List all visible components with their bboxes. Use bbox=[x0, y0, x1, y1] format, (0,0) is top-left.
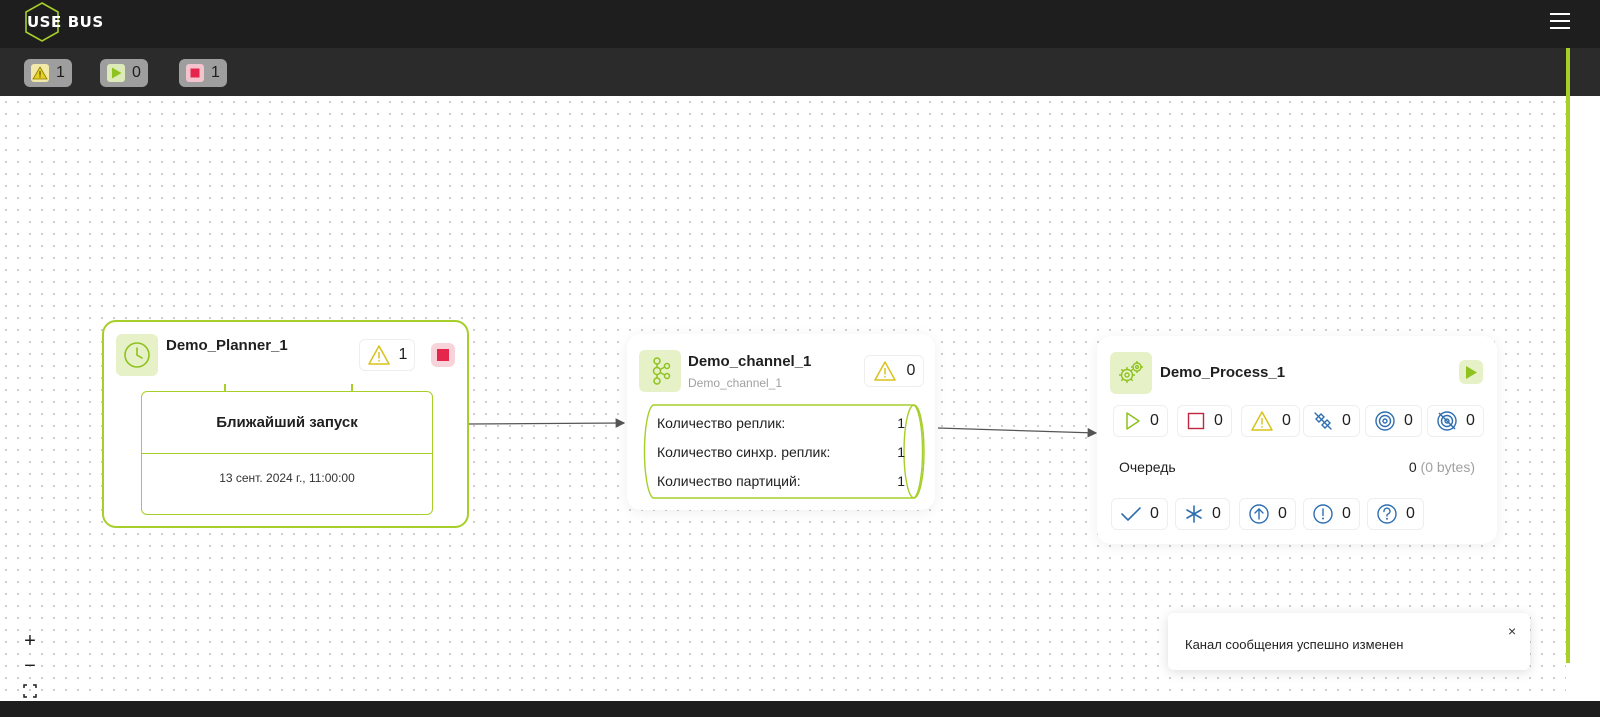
fit-view-icon[interactable] bbox=[20, 683, 40, 699]
replicas-label: Количество реплик: bbox=[657, 414, 786, 431]
channel-properties: Количество реплик: 1 Количество синхр. р… bbox=[657, 408, 905, 495]
queue-count: 0 bbox=[1408, 459, 1417, 475]
sync-replicas-row: Количество синхр. реплик: 1 bbox=[657, 437, 905, 466]
process-running-counter[interactable]: 0 bbox=[1113, 405, 1168, 437]
clock-icon bbox=[116, 334, 158, 376]
process-success-count: 0 bbox=[1150, 505, 1159, 522]
sync-replicas-value: 1 bbox=[897, 443, 905, 460]
planner-title: Demo_Planner_1 bbox=[166, 337, 288, 354]
process-stopped-counter[interactable]: 0 bbox=[1177, 405, 1232, 437]
process-new-counter[interactable]: 0 bbox=[1175, 498, 1230, 530]
process-unknown-counter[interactable]: 0 bbox=[1367, 498, 1424, 530]
process-disconnected-count: 0 bbox=[1342, 412, 1351, 429]
process-warning-counter[interactable]: 0 bbox=[1241, 405, 1300, 437]
process-target-counter[interactable]: 0 bbox=[1365, 405, 1422, 437]
close-icon[interactable]: × bbox=[1508, 624, 1520, 638]
planner-node[interactable]: Demo_Planner_1 1 Ближайший запуск 13 сен… bbox=[102, 320, 469, 528]
process-disconnected-counter[interactable]: 0 bbox=[1303, 405, 1360, 437]
process-target-off-counter[interactable]: 0 bbox=[1427, 405, 1484, 437]
warning-icon bbox=[873, 361, 896, 381]
kafka-icon bbox=[639, 350, 681, 392]
warning-icon bbox=[367, 345, 390, 365]
stop-outline-icon bbox=[1187, 412, 1205, 430]
channel-node[interactable]: Demo_channel_1 Demo_channel_1 0 Количест… bbox=[627, 334, 935, 510]
arrow-up-circle-icon bbox=[1249, 504, 1269, 524]
replicas-row: Количество реплик: 1 bbox=[657, 408, 905, 437]
edge-planner-to-channel bbox=[468, 418, 626, 428]
process-success-counter[interactable]: 0 bbox=[1111, 498, 1168, 530]
gears-icon bbox=[1110, 352, 1152, 394]
process-unknown-count: 0 bbox=[1406, 505, 1415, 522]
zoom-out-button[interactable]: − bbox=[20, 655, 40, 677]
play-icon bbox=[1466, 365, 1477, 379]
partitions-value: 1 bbox=[897, 472, 905, 489]
edge-channel-to-process bbox=[937, 427, 1098, 438]
planner-warning-count: 1 bbox=[398, 346, 408, 363]
process-error-counter[interactable]: 0 bbox=[1303, 498, 1360, 530]
play-outline-icon bbox=[1126, 412, 1140, 430]
replicas-value: 1 bbox=[897, 414, 905, 431]
process-title: Demo_Process_1 bbox=[1160, 364, 1286, 381]
process-stopped-count: 0 bbox=[1214, 412, 1223, 429]
partitions-row: Количество партиций: 1 bbox=[657, 466, 905, 495]
partitions-label: Количество партиций: bbox=[657, 472, 801, 489]
process-running-count: 0 bbox=[1150, 412, 1159, 429]
planner-stop-button[interactable] bbox=[431, 343, 455, 367]
warning-icon bbox=[1251, 411, 1273, 431]
toast-message: Канал сообщения успешно изменен bbox=[1185, 637, 1404, 652]
stop-icon bbox=[437, 349, 449, 361]
process-target-off-count: 0 bbox=[1466, 412, 1475, 429]
channel-title: Demo_channel_1 bbox=[688, 353, 812, 370]
next-run-panel: Ближайший запуск 13 сент. 2024 г., 11:00… bbox=[141, 384, 433, 515]
target-icon bbox=[1375, 411, 1395, 431]
check-icon bbox=[1121, 507, 1141, 521]
channel-warning-count: 0 bbox=[906, 362, 916, 379]
next-run-date: 13 сент. 2024 г., 11:00:00 bbox=[219, 471, 355, 485]
process-start-button[interactable] bbox=[1459, 360, 1483, 384]
exclamation-circle-icon bbox=[1313, 504, 1333, 524]
process-target-count: 0 bbox=[1404, 412, 1413, 429]
sync-replicas-label: Количество синхр. реплик: bbox=[657, 443, 831, 460]
zoom-in-button[interactable]: + bbox=[20, 630, 40, 652]
process-new-count: 0 bbox=[1212, 505, 1221, 522]
asterisk-icon bbox=[1186, 505, 1202, 523]
process-node[interactable]: Demo_Process_1 0 0 0 0 0 0 Очередь 0 (0 … bbox=[1097, 336, 1497, 544]
queue-value: 0 (0 bytes) bbox=[1409, 459, 1475, 475]
queue-label: Очередь bbox=[1119, 459, 1176, 475]
next-run-label: Ближайший запуск bbox=[142, 392, 432, 454]
target-off-icon bbox=[1437, 411, 1457, 431]
question-circle-icon bbox=[1377, 504, 1397, 524]
notification-toast: Канал сообщения успешно изменен × bbox=[1168, 613, 1530, 670]
bottom-bar bbox=[0, 701, 1600, 717]
process-sent-counter[interactable]: 0 bbox=[1239, 498, 1296, 530]
disconnected-icon bbox=[1314, 412, 1332, 430]
channel-warning-button[interactable]: 0 bbox=[864, 355, 924, 387]
channel-subtitle: Demo_channel_1 bbox=[688, 376, 783, 390]
process-warning-count: 0 bbox=[1282, 412, 1291, 429]
process-sent-count: 0 bbox=[1278, 505, 1287, 522]
process-error-count: 0 bbox=[1342, 505, 1351, 522]
planner-warning-button[interactable]: 1 bbox=[359, 339, 415, 371]
queue-bytes: (0 bytes) bbox=[1420, 459, 1475, 475]
